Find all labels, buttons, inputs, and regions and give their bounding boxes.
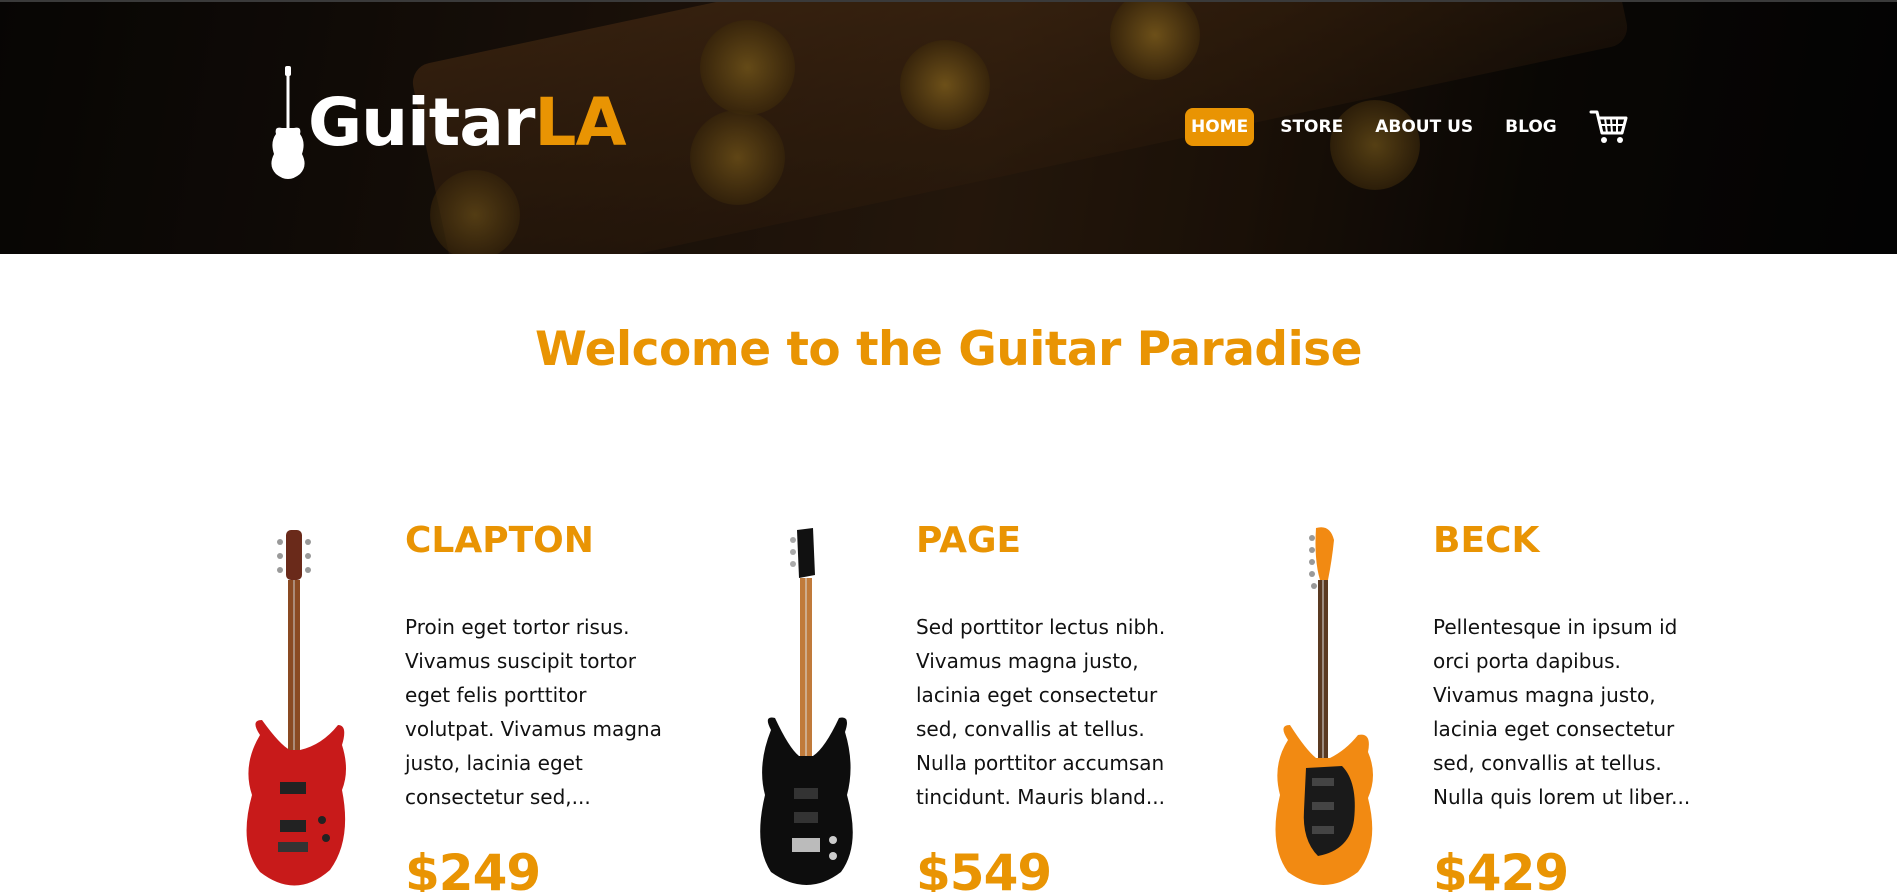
product-description: Proin eget tortor risus. Vivamus suscipi…	[405, 615, 662, 809]
logo-text-la: LA	[534, 83, 626, 161]
site-logo[interactable]: GuitarLA	[268, 62, 627, 182]
guitar-logo-icon	[271, 66, 305, 179]
product-description: Sed porttitor lectus nibh. Vivamus magna…	[916, 615, 1166, 809]
logo-text: GuitarLA	[308, 83, 627, 161]
product-description: Pellentesque in ipsum id orci porta dapi…	[1433, 615, 1691, 809]
nav-home[interactable]: HOME	[1185, 108, 1255, 146]
product-name[interactable]: CLAPTON	[405, 520, 665, 562]
guitar-image-page[interactable]	[741, 520, 871, 892]
product-price: $429	[1433, 844, 1569, 892]
product-name[interactable]: PAGE	[916, 520, 1176, 562]
product-price: $249	[405, 844, 541, 892]
nav-store[interactable]: STORE	[1274, 108, 1349, 146]
product-name[interactable]: BECK	[1433, 520, 1693, 562]
main-nav: HOME STORE ABOUT US BLOG	[1185, 108, 1629, 146]
guitar-image-beck[interactable]	[1258, 520, 1388, 892]
product-price: $549	[916, 844, 1052, 892]
nav-about-us[interactable]: ABOUT US	[1369, 108, 1479, 146]
nav-blog[interactable]: BLOG	[1499, 108, 1563, 146]
site-header: GuitarLA HOME STORE ABOUT US BLOG	[0, 0, 1897, 254]
logo-text-guitar: Guitar	[308, 83, 535, 161]
guitar-image-clapton[interactable]	[230, 520, 360, 892]
page-heading: Welcome to the Guitar Paradise	[534, 322, 1363, 377]
shopping-cart-icon[interactable]	[1589, 109, 1629, 145]
